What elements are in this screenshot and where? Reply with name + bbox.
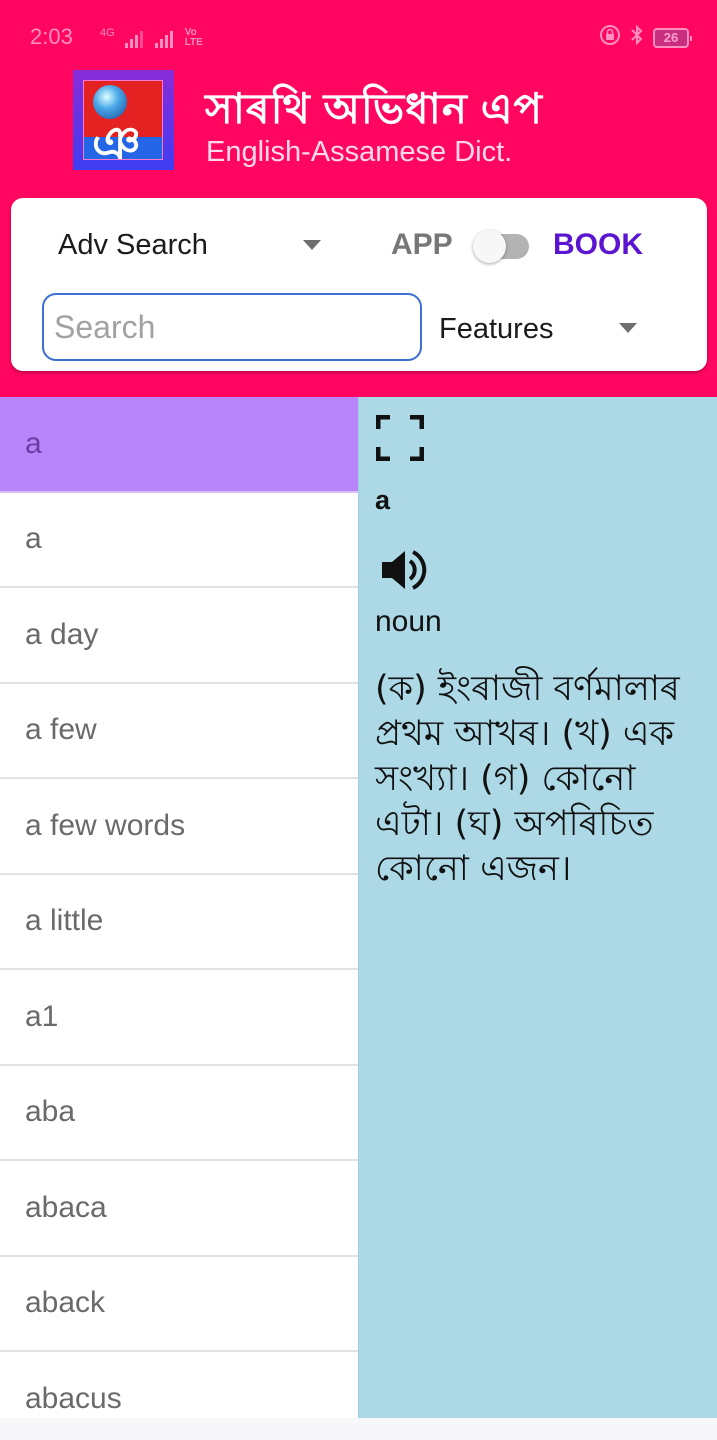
list-item-word: a few words (25, 808, 186, 842)
status-time: 2:03 (30, 24, 73, 49)
list-item-word: a little (25, 904, 104, 938)
list-item-word: abaca (25, 1190, 107, 1224)
list-item-word: aback (25, 1286, 106, 1320)
word-list[interactable]: a a a day a few a few words a little a1 … (0, 397, 358, 1418)
fullscreen-icon[interactable] (375, 414, 425, 462)
chevron-down-icon (619, 323, 637, 333)
app-header: 2:03 4G Vo LTE 26 ঞ সাৰথি অভিধান এপ Engl… (0, 0, 717, 397)
volte-icon: Vo LTE (184, 27, 203, 48)
list-item-word: a (25, 522, 42, 556)
list-item[interactable]: abacus (0, 1352, 358, 1418)
search-mode-label: Adv Search (58, 228, 208, 261)
list-item-word: aba (25, 1095, 76, 1129)
definition-text: (ক) ইংৰাজী বৰ্ণমালাৰ প্ৰথম আখৰ। (খ) এক স… (375, 669, 680, 889)
chevron-down-icon (303, 240, 321, 250)
app-subtitle: English-Assamese Dict. (206, 136, 513, 168)
definition-panel: a noun (ক) ইংৰাজী বৰ্ণমালাৰ প্ৰথম আখৰ। (… (358, 397, 717, 1418)
features-dropdown[interactable]: Features (439, 308, 649, 350)
list-item[interactable]: a (0, 493, 358, 588)
list-item-word: a1 (25, 999, 59, 1033)
signal-strength-icon-2 (154, 22, 175, 48)
app-logo-icon: ঞ (73, 70, 174, 170)
network-type-label: 4G (100, 27, 115, 39)
signal-strength-icon-1 (124, 22, 145, 48)
list-item[interactable]: a few words (0, 779, 358, 875)
system-nav-bar (0, 1418, 717, 1440)
features-label: Features (439, 312, 554, 345)
list-item-word: abacus (25, 1381, 122, 1415)
list-item[interactable]: a day (0, 588, 358, 684)
speaker-icon[interactable] (379, 547, 429, 593)
status-bar: 2:03 4G Vo LTE 26 (30, 22, 692, 54)
bluetooth-icon (629, 24, 645, 52)
list-item-word: a day (25, 617, 99, 651)
list-item[interactable]: a little (0, 875, 358, 970)
rotation-lock-icon (599, 24, 621, 52)
list-item[interactable]: a (0, 397, 358, 493)
search-controls-card: Adv Search APP BOOK Features (11, 198, 707, 371)
search-input[interactable] (42, 293, 422, 361)
entry-word: a (375, 485, 391, 515)
list-item-word: a (25, 426, 42, 460)
part-of-speech: noun (375, 605, 442, 638)
toggle-book-label: BOOK (553, 228, 643, 261)
list-item[interactable]: aba (0, 1066, 358, 1161)
toggle-app-label: APP (391, 228, 453, 261)
list-item[interactable]: a few (0, 684, 358, 779)
list-item[interactable]: aback (0, 1257, 358, 1352)
list-item-word: a few (25, 713, 97, 747)
list-item[interactable]: abaca (0, 1161, 358, 1257)
battery-icon: 26 (653, 28, 692, 48)
search-mode-dropdown[interactable]: Adv Search (58, 224, 328, 266)
app-book-toggle[interactable] (471, 230, 533, 264)
list-item[interactable]: a1 (0, 970, 358, 1066)
